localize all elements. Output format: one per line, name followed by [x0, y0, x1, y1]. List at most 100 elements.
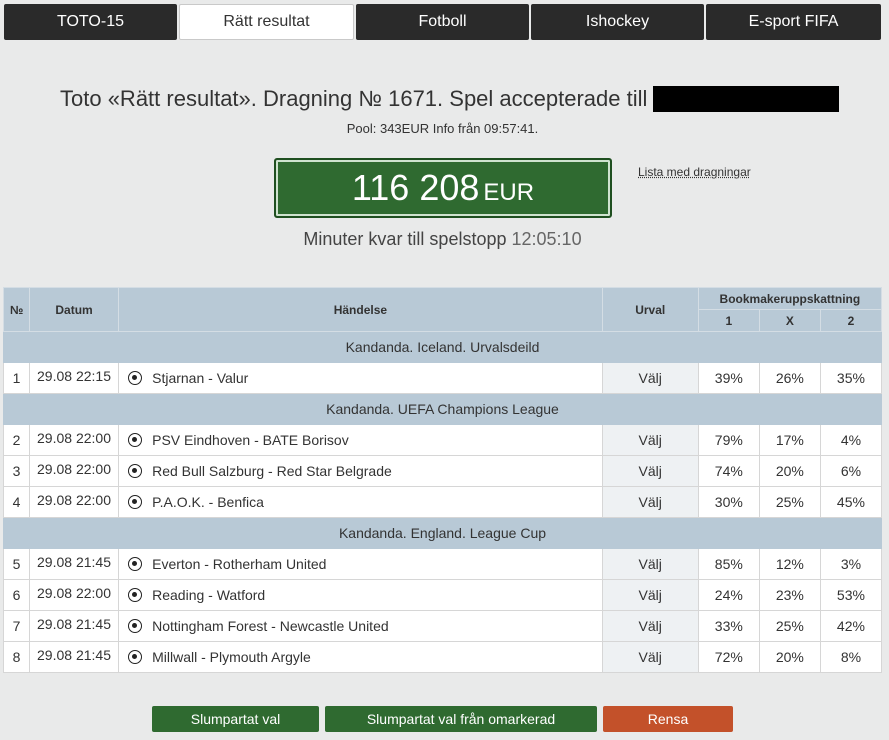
- countdown-time: 12:05:10: [511, 229, 582, 249]
- odds-2: 3%: [819, 548, 883, 580]
- odds-1: 72%: [697, 641, 760, 673]
- football-icon: [128, 371, 143, 385]
- pick-cell[interactable]: Välj: [601, 486, 699, 518]
- odds-x: 12%: [758, 548, 821, 580]
- row-number: 3: [2, 455, 31, 487]
- jackpot-box: 116 208 EUR: [274, 158, 612, 218]
- event-name: Stjarnan - Valur: [152, 370, 249, 386]
- jackpot-amount: 116 208: [351, 167, 480, 208]
- col-header-bookmaker: Bookmakeruppskattning: [697, 287, 883, 310]
- odds-1: 30%: [697, 486, 760, 518]
- odds-1: 85%: [697, 548, 760, 580]
- odds-1: 74%: [697, 455, 760, 487]
- pick-cell[interactable]: Välj: [601, 455, 699, 487]
- row-number: 5: [2, 548, 31, 580]
- row-date: 29.08 22:00: [29, 486, 120, 518]
- col-header-2: 2: [819, 309, 883, 332]
- row-number: 2: [2, 424, 31, 456]
- table-row: 5 29.08 21:45 Everton - Rotherham United Vä…: [2, 548, 883, 580]
- tab-ishockey[interactable]: Ishockey: [531, 4, 704, 40]
- table-row: 8 29.08 21:45 Millwall - Plymouth Argyle Vä…: [2, 641, 883, 673]
- pick-cell[interactable]: Välj: [601, 362, 699, 394]
- redacted-deadline: [653, 86, 840, 112]
- row-date: 29.08 22:00: [29, 455, 120, 487]
- row-date: 29.08 21:45: [29, 641, 120, 673]
- event-name: Reading - Watford: [152, 587, 266, 603]
- row-event: Millwall - Plymouth Argyle: [118, 641, 603, 673]
- row-event: Reading - Watford: [118, 579, 603, 611]
- row-date: 29.08 21:45: [29, 548, 120, 580]
- odds-1: 79%: [697, 424, 760, 456]
- col-header-x: X: [758, 309, 821, 332]
- countdown: Minuter kvar till spelstopp 12:05:10: [0, 229, 885, 250]
- row-number: 1: [2, 362, 31, 394]
- odds-1: 39%: [697, 362, 760, 394]
- odds-x: 17%: [758, 424, 821, 456]
- pick-cell[interactable]: Välj: [601, 610, 699, 642]
- jackpot-currency: EUR: [483, 179, 535, 206]
- page-title: Toto «Rätt resultat». Dragning № 1671. S…: [60, 84, 840, 114]
- tab-fotboll[interactable]: Fotboll: [356, 4, 529, 40]
- event-name: Millwall - Plymouth Argyle: [152, 649, 311, 665]
- odds-2: 6%: [819, 455, 883, 487]
- col-header-event: Händelse: [118, 287, 603, 332]
- odds-2: 35%: [819, 362, 883, 394]
- odds-x: 23%: [758, 579, 821, 611]
- sport-tabs: TOTO-15 Rätt resultat Fotboll Ishockey E…: [0, 0, 889, 44]
- table-row: 7 29.08 21:45 Nottingham Forest - Newcastl…: [2, 610, 883, 642]
- row-event: Red Bull Salzburg - Red Star Belgrade: [118, 455, 603, 487]
- row-event: Everton - Rotherham United: [118, 548, 603, 580]
- tab-esport-fifa[interactable]: E-sport FIFA: [706, 4, 881, 40]
- football-icon: [128, 619, 143, 633]
- football-icon: [128, 433, 143, 447]
- col-header-date: Datum: [29, 287, 120, 332]
- pick-cell[interactable]: Välj: [601, 424, 699, 456]
- event-name: Nottingham Forest - Newcastle United: [152, 618, 389, 634]
- odds-1: 33%: [697, 610, 760, 642]
- tab-toto-15[interactable]: TOTO-15: [4, 4, 177, 40]
- group-title: Kandanda. England. League Cup: [3, 517, 882, 549]
- odds-2: 42%: [819, 610, 883, 642]
- group-header-row: Kandanda. England. League Cup: [3, 517, 882, 549]
- football-icon: [128, 588, 143, 602]
- football-icon: [128, 495, 143, 509]
- pick-cell[interactable]: Välj: [601, 579, 699, 611]
- odds-x: 25%: [758, 610, 821, 642]
- odds-2: 53%: [819, 579, 883, 611]
- table-row: 6 29.08 22:00 Reading - Watford Välj 24% 23% 5…: [2, 579, 883, 611]
- row-number: 4: [2, 486, 31, 518]
- row-event: Stjarnan - Valur: [118, 362, 603, 394]
- random-pick-button[interactable]: Slumpartat val: [152, 706, 319, 732]
- matches-table: № Datum Händelse Urval Bookmakeruppskatt…: [2, 287, 883, 673]
- tab-ratt-resultat[interactable]: Rätt resultat: [179, 4, 354, 40]
- clear-button[interactable]: Rensa: [603, 706, 733, 732]
- table-row: 1 29.08 22:15 Stjarnan - Valur Välj 39% 26% 35…: [2, 362, 883, 394]
- pool-info: Pool: 343EUR Info från 09:57:41.: [346, 121, 539, 136]
- football-icon: [128, 650, 143, 664]
- odds-x: 26%: [758, 362, 821, 394]
- row-event: PSV Eindhoven - BATE Borisov: [118, 424, 603, 456]
- random-unmarked-button[interactable]: Slumpartat val från omarkerad: [325, 706, 597, 732]
- event-name: Red Bull Salzburg - Red Star Belgrade: [152, 463, 392, 479]
- odds-x: 20%: [758, 455, 821, 487]
- row-number: 7: [2, 610, 31, 642]
- table-row: 3 29.08 22:00 Red Bull Salzburg - Red Star…: [2, 455, 883, 487]
- group-title: Kandanda. UEFA Champions League: [3, 393, 882, 425]
- row-date: 29.08 22:00: [29, 579, 120, 611]
- football-icon: [128, 464, 143, 478]
- odds-x: 20%: [758, 641, 821, 673]
- col-header-pick: Urval: [601, 287, 699, 332]
- countdown-label: Minuter kvar till spelstopp: [303, 229, 507, 249]
- table-row: 4 29.08 22:00 P.A.O.K. - Benfica Välj 30% 25%…: [2, 486, 883, 518]
- odds-2: 45%: [819, 486, 883, 518]
- pick-cell[interactable]: Välj: [601, 548, 699, 580]
- pick-cell[interactable]: Välj: [601, 641, 699, 673]
- event-name: P.A.O.K. - Benfica: [152, 494, 264, 510]
- odds-1: 24%: [697, 579, 760, 611]
- odds-x: 25%: [758, 486, 821, 518]
- row-event: Nottingham Forest - Newcastle United: [118, 610, 603, 642]
- event-name: PSV Eindhoven - BATE Borisov: [152, 432, 349, 448]
- group-header-row: Kandanda. Iceland. Urvalsdeild: [3, 331, 882, 363]
- draws-list-link[interactable]: Lista med dragningar: [638, 165, 751, 179]
- row-number: 6: [2, 579, 31, 611]
